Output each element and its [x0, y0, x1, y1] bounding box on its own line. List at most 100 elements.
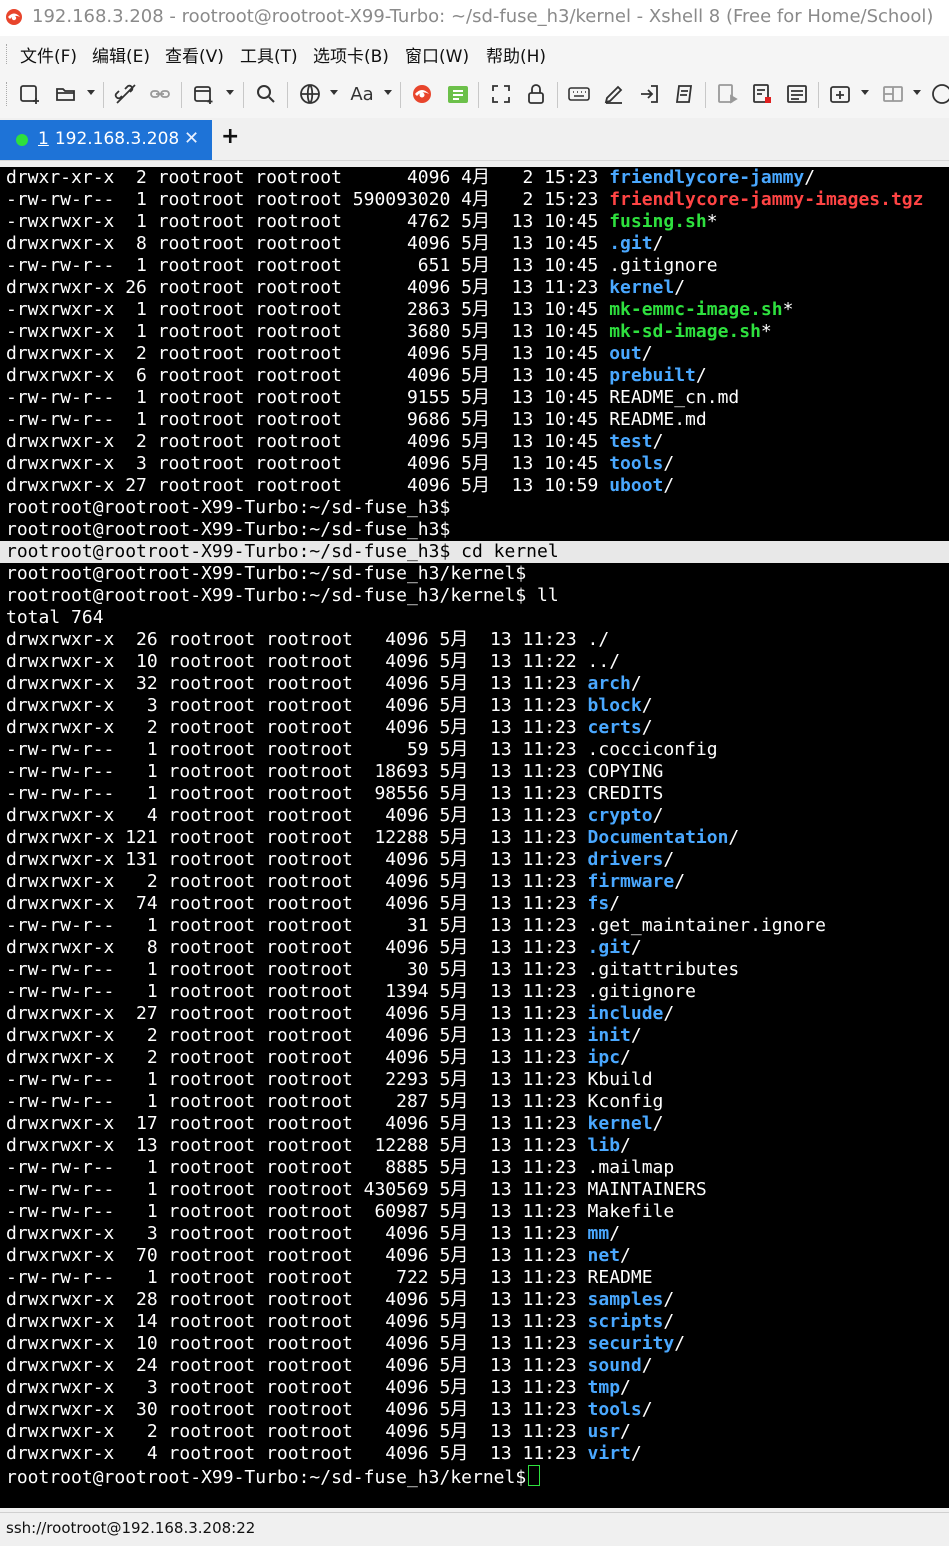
terminal-line-text: drwxrwxr-x 121 rootroot rootroot 12288 5… [6, 827, 588, 848]
open-folder-icon[interactable] [52, 80, 80, 108]
file-type-suffix: / [652, 1113, 664, 1134]
menu-edit[interactable]: 编辑(E) [92, 42, 150, 67]
file-name: .gitignore [609, 255, 718, 276]
log-icon[interactable] [713, 80, 741, 108]
globe-icon[interactable] [296, 80, 324, 108]
layout-icon[interactable] [879, 80, 907, 108]
record-icon[interactable] [748, 80, 776, 108]
file-name: Makefile [587, 1201, 675, 1222]
terminal-line-text: -rw-rw-r-- 1 rootroot rootroot 60987 5月 … [6, 1201, 588, 1222]
layout-dropdown-arrow[interactable] [913, 90, 921, 95]
toolbar-separator [818, 82, 819, 108]
menu-view[interactable]: 查看(V) [165, 42, 224, 67]
file-name: block [587, 695, 642, 716]
file-name: .get_maintainer.ignore [587, 915, 826, 936]
font-dropdown-arrow[interactable] [384, 90, 392, 95]
menu-tabs[interactable]: 选项卡(B) [313, 42, 389, 67]
terminal-line-text: -rw-rw-r-- 1 rootroot rootroot 651 5月 13… [6, 255, 610, 276]
file-type-suffix: / [663, 1003, 675, 1024]
file-type-suffix: / [728, 827, 740, 848]
tab-session-1[interactable]: 1 192.168.3.208 ✕ [0, 120, 212, 160]
file-name: .gitignore [587, 981, 696, 1002]
font-icon[interactable]: Aa [348, 80, 376, 108]
xftp-icon[interactable] [444, 80, 472, 108]
terminal-view[interactable]: drwxr-xr-x 2 rootroot rootroot 4096 4月 2… [0, 167, 949, 1508]
terminal-line: drwxrwxr-x 70 rootroot rootroot 4096 5月 … [6, 1245, 949, 1267]
terminal-output: drwxr-xr-x 2 rootroot rootroot 4096 4月 2… [0, 167, 949, 1488]
terminal-line: rootroot@rootroot-X99-Turbo:~/sd-fuse_h3… [0, 541, 949, 563]
new-window-icon[interactable] [190, 80, 218, 108]
search-icon[interactable] [252, 80, 280, 108]
terminal-line: rootroot@rootroot-X99-Turbo:~/sd-fuse_h3… [6, 1465, 949, 1488]
terminal-line-text: drwxrwxr-x 10 rootroot rootroot 4096 5月 … [6, 1333, 588, 1354]
terminal-line-text: rootroot@rootroot-X99-Turbo:~/sd-fuse_h3… [6, 497, 451, 518]
add-tab-icon[interactable] [826, 80, 854, 108]
file-name: friendlycore-jammy-images.tgz [609, 189, 924, 210]
file-name: Kconfig [587, 1091, 664, 1112]
file-type-suffix: / [641, 1355, 653, 1376]
add-tab-dropdown-arrow[interactable] [861, 90, 869, 95]
file-name: .cocciconfig [587, 739, 718, 760]
file-name: MAINTAINERS [587, 1179, 707, 1200]
connection-status-icon [16, 134, 28, 146]
terminal-line-text: -rw-rw-r-- 1 rootroot rootroot 18693 5月 … [6, 761, 588, 782]
terminal-line: -rw-rw-r-- 1 rootroot rootroot 18693 5月 … [6, 761, 949, 783]
terminal-line: -rw-rw-r-- 1 rootroot rootroot 722 5月 13… [6, 1267, 949, 1289]
lock-icon[interactable] [522, 80, 550, 108]
terminal-line-text: drwxrwxr-x 13 rootroot rootroot 12288 5月… [6, 1135, 588, 1156]
terminal-line: -rw-rw-r-- 1 rootroot rootroot 8885 5月 1… [6, 1157, 949, 1179]
new-window-dropdown-arrow[interactable] [226, 90, 234, 95]
fullscreen-icon[interactable] [487, 80, 515, 108]
keyboard-icon[interactable] [565, 80, 593, 108]
file-type-suffix: / [620, 1047, 631, 1068]
terminal-line: drwxrwxr-x 26 rootroot rootroot 4096 5月 … [6, 629, 949, 651]
terminal-line: drwxrwxr-x 3 rootroot rootroot 4096 5月 1… [6, 1223, 949, 1245]
file-name: ipc [587, 1047, 621, 1068]
script-icon[interactable] [670, 80, 698, 108]
terminal-cursor [528, 1465, 541, 1486]
help-icon[interactable] [928, 80, 949, 108]
terminal-line-text: -rw-rw-r-- 1 rootroot rootroot 59 5月 13 … [6, 739, 588, 760]
pen-icon[interactable] [600, 80, 628, 108]
compose-icon[interactable] [783, 80, 811, 108]
file-name: fusing.sh [609, 211, 707, 232]
toolbar: Aa [0, 70, 949, 118]
terminal-line: -rw-rw-r-- 1 rootroot rootroot 31 5月 13 … [6, 915, 949, 937]
file-type-suffix: * [782, 299, 794, 320]
open-dropdown-arrow[interactable] [87, 90, 95, 95]
file-name: crypto [587, 805, 653, 826]
file-type-suffix: / [630, 1443, 642, 1464]
terminal-line: drwxrwxr-x 2 rootroot rootroot 4096 5月 1… [6, 1025, 949, 1047]
file-name: sound [587, 1355, 642, 1376]
new-tab-button[interactable]: + [221, 124, 239, 149]
close-icon[interactable]: ✕ [184, 128, 199, 149]
terminal-line: drwxrwxr-x 2 rootroot rootroot 4096 5月 1… [6, 431, 949, 453]
file-name: .gitattributes [587, 959, 740, 980]
terminal-line: drwxrwxr-x 131 rootroot rootroot 4096 5月… [6, 849, 949, 871]
disconnect-icon[interactable] [112, 80, 140, 108]
file-name: kernel [609, 277, 675, 298]
new-session-icon[interactable] [16, 80, 44, 108]
terminal-line-text: -rw-rw-r-- 1 rootroot rootroot 9686 5月 1… [6, 409, 610, 430]
xshell-logo-icon[interactable] [408, 80, 436, 108]
globe-dropdown-arrow[interactable] [330, 90, 338, 95]
menu-tools[interactable]: 工具(T) [240, 42, 298, 67]
menu-window[interactable]: 窗口(W) [405, 42, 469, 67]
tab-number: 1 [38, 129, 49, 149]
menu-file[interactable]: 文件(F) [20, 42, 77, 67]
terminal-line-text: -rw-rw-r-- 1 rootroot rootroot 287 5月 13… [6, 1091, 588, 1112]
terminal-line: -rw-rw-r-- 1 rootroot rootroot 98556 5月 … [6, 783, 949, 805]
file-name: net [587, 1245, 621, 1266]
file-name: certs [587, 717, 642, 738]
send-icon[interactable] [635, 80, 663, 108]
terminal-line-text: drwxr-xr-x 2 rootroot rootroot 4096 4月 2… [6, 167, 610, 188]
terminal-line-text: drwxrwxr-x 14 rootroot rootroot 4096 5月 … [6, 1311, 588, 1332]
file-name: virt [587, 1443, 631, 1464]
toolbar-separator [557, 82, 558, 108]
terminal-line: drwxrwxr-x 3 rootroot rootroot 4096 5月 1… [6, 1377, 949, 1399]
reconnect-icon[interactable] [146, 80, 174, 108]
menu-help[interactable]: 帮助(H) [486, 42, 546, 67]
file-type-suffix: / [663, 1311, 675, 1332]
file-type-suffix: / [641, 1399, 653, 1420]
file-type-suffix: / [620, 1421, 631, 1442]
